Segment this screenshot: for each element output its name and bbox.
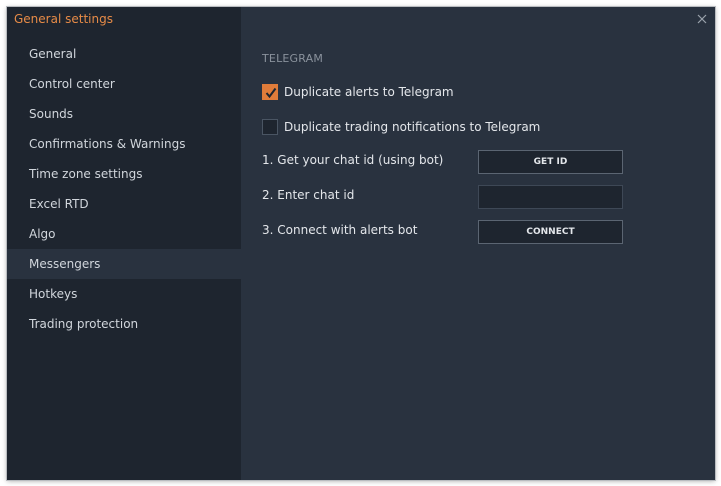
duplicate-alerts-label: Duplicate alerts to Telegram (284, 85, 454, 99)
sidebar-item-algo[interactable]: Algo (7, 219, 241, 249)
window-title: General settings (14, 12, 113, 26)
get-id-button[interactable]: GET ID (478, 150, 623, 174)
sidebar-item-control-center[interactable]: Control center (7, 69, 241, 99)
messengers-panel: TELEGRAM Duplicate alerts to Telegram Du… (241, 7, 715, 480)
chat-id-input[interactable] (478, 185, 623, 209)
sidebar-item-time-zone-settings[interactable]: Time zone settings (7, 159, 241, 189)
section-heading-telegram: TELEGRAM (262, 52, 324, 65)
settings-window: General settings General Control center … (7, 7, 715, 480)
sidebar-item-confirmations-warnings[interactable]: Confirmations & Warnings (7, 129, 241, 159)
sidebar-item-general[interactable]: General (7, 39, 241, 69)
step3-label: 3. Connect with alerts bot (262, 223, 418, 237)
duplicate-alerts-option[interactable]: Duplicate alerts to Telegram (262, 83, 454, 101)
checkmark-icon (265, 87, 277, 99)
sidebar-item-messengers[interactable]: Messengers (7, 249, 241, 279)
duplicate-notifications-label: Duplicate trading notifications to Teleg… (284, 120, 541, 134)
sidebar-item-sounds[interactable]: Sounds (7, 99, 241, 129)
sidebar-item-hotkeys[interactable]: Hotkeys (7, 279, 241, 309)
sidebar-item-excel-rtd[interactable]: Excel RTD (7, 189, 241, 219)
sidebar-item-trading-protection[interactable]: Trading protection (7, 309, 241, 339)
step1-label: 1. Get your chat id (using bot) (262, 153, 444, 167)
sidebar: General settings General Control center … (7, 7, 241, 480)
sidebar-nav: General Control center Sounds Confirmati… (7, 39, 241, 339)
duplicate-notifications-checkbox[interactable] (262, 119, 278, 135)
step2-label: 2. Enter chat id (262, 188, 355, 202)
duplicate-notifications-option[interactable]: Duplicate trading notifications to Teleg… (262, 118, 540, 136)
connect-button[interactable]: CONNECT (478, 220, 623, 244)
duplicate-alerts-checkbox[interactable] (262, 84, 278, 100)
